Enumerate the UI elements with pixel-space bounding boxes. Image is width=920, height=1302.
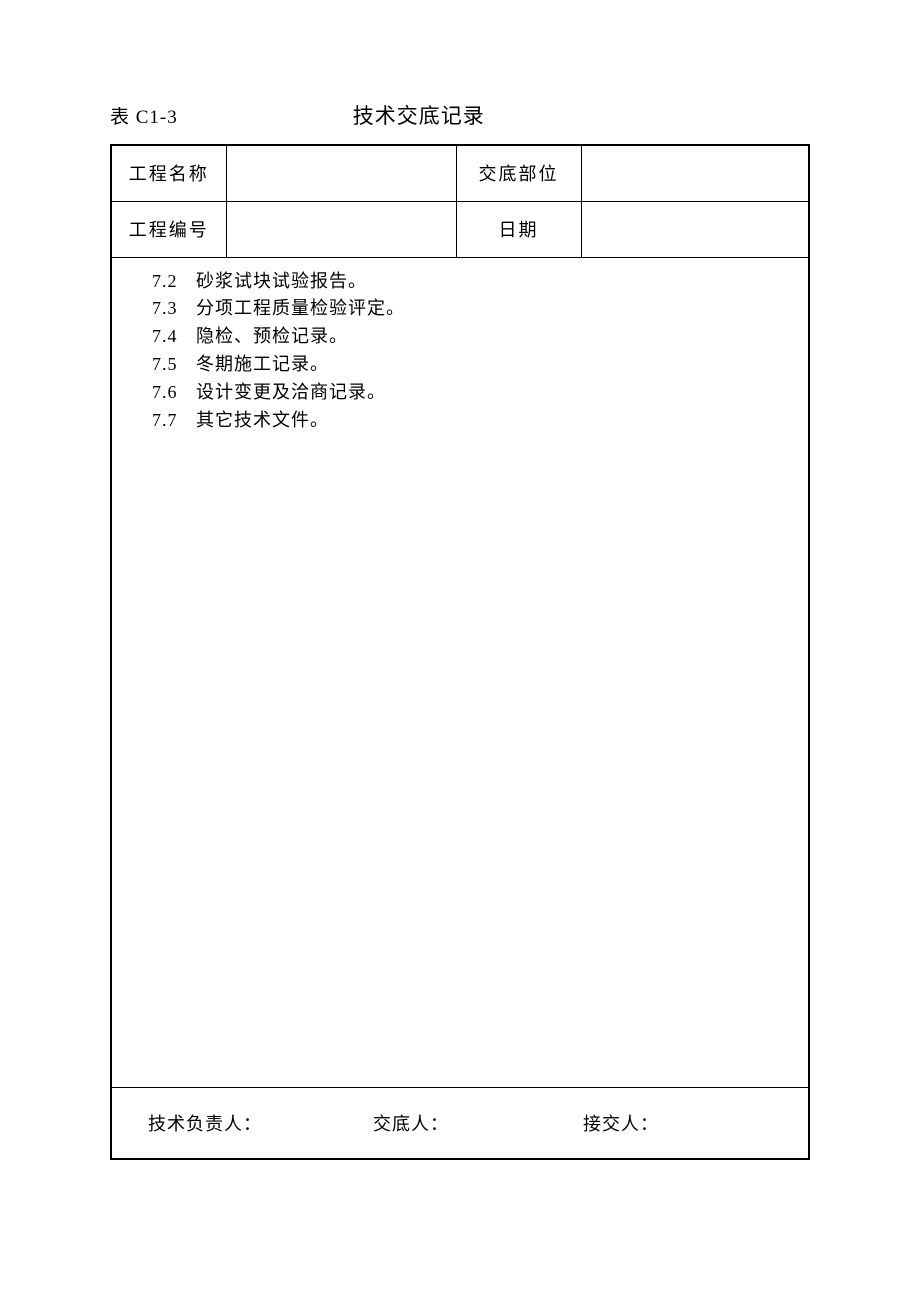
list-item: 7.3分项工程质量检验评定。 [152, 295, 786, 323]
section-label: 交底部位 [456, 145, 581, 201]
list-item: 7.2砂浆试块试验报告。 [152, 268, 786, 296]
item-text: 其它技术文件。 [196, 410, 329, 430]
list-item: 7.5冬期施工记录。 [152, 351, 786, 379]
signature-area: 技术负责人： 交底人： 接交人： [111, 1087, 809, 1159]
item-text: 隐检、预检记录。 [196, 326, 348, 346]
date-value [581, 201, 809, 257]
item-number: 7.5 [152, 351, 196, 379]
project-number-value [226, 201, 456, 257]
footer-row: 技术负责人： 交底人： 接交人： [111, 1087, 809, 1159]
date-label: 日期 [456, 201, 581, 257]
content-row: 7.2砂浆试块试验报告。 7.3分项工程质量检验评定。 7.4隐检、预检记录。 … [111, 257, 809, 1087]
item-text: 冬期施工记录。 [196, 354, 329, 374]
list-item: 7.4隐检、预检记录。 [152, 323, 786, 351]
signature-row: 技术负责人： 交底人： 接交人： [148, 1110, 772, 1136]
handover-label: 交底人： [373, 1110, 583, 1136]
list-item: 7.6设计变更及洽商记录。 [152, 379, 786, 407]
header-row-2: 工程编号 日期 [111, 201, 809, 257]
item-text: 分项工程质量检验评定。 [196, 298, 405, 318]
item-number: 7.4 [152, 323, 196, 351]
header-row-1: 工程名称 交底部位 [111, 145, 809, 201]
document-header: 表 C1-3 技术交底记录 [110, 100, 810, 130]
list-item: 7.7其它技术文件。 [152, 407, 786, 435]
tech-lead-label: 技术负责人： [148, 1110, 373, 1136]
content-area: 7.2砂浆试块试验报告。 7.3分项工程质量检验评定。 7.4隐检、预检记录。 … [111, 257, 809, 1087]
form-title: 技术交底记录 [353, 100, 485, 130]
form-code: 表 C1-3 [110, 102, 178, 129]
project-number-label: 工程编号 [111, 201, 226, 257]
project-name-value [226, 145, 456, 201]
item-text: 设计变更及洽商记录。 [196, 382, 386, 402]
item-text: 砂浆试块试验报告。 [196, 271, 367, 291]
receiver-label: 接交人： [583, 1110, 772, 1136]
item-number: 7.7 [152, 407, 196, 435]
item-number: 7.2 [152, 268, 196, 296]
section-value [581, 145, 809, 201]
document-page: 表 C1-3 技术交底记录 工程名称 交底部位 工程编号 日期 7.2砂浆试块试… [0, 0, 920, 1160]
project-name-label: 工程名称 [111, 145, 226, 201]
main-form-table: 工程名称 交底部位 工程编号 日期 7.2砂浆试块试验报告。 7.3分项工程质量… [110, 144, 810, 1160]
item-number: 7.3 [152, 295, 196, 323]
item-number: 7.6 [152, 379, 196, 407]
content-list: 7.2砂浆试块试验报告。 7.3分项工程质量检验评定。 7.4隐检、预检记录。 … [152, 268, 786, 435]
